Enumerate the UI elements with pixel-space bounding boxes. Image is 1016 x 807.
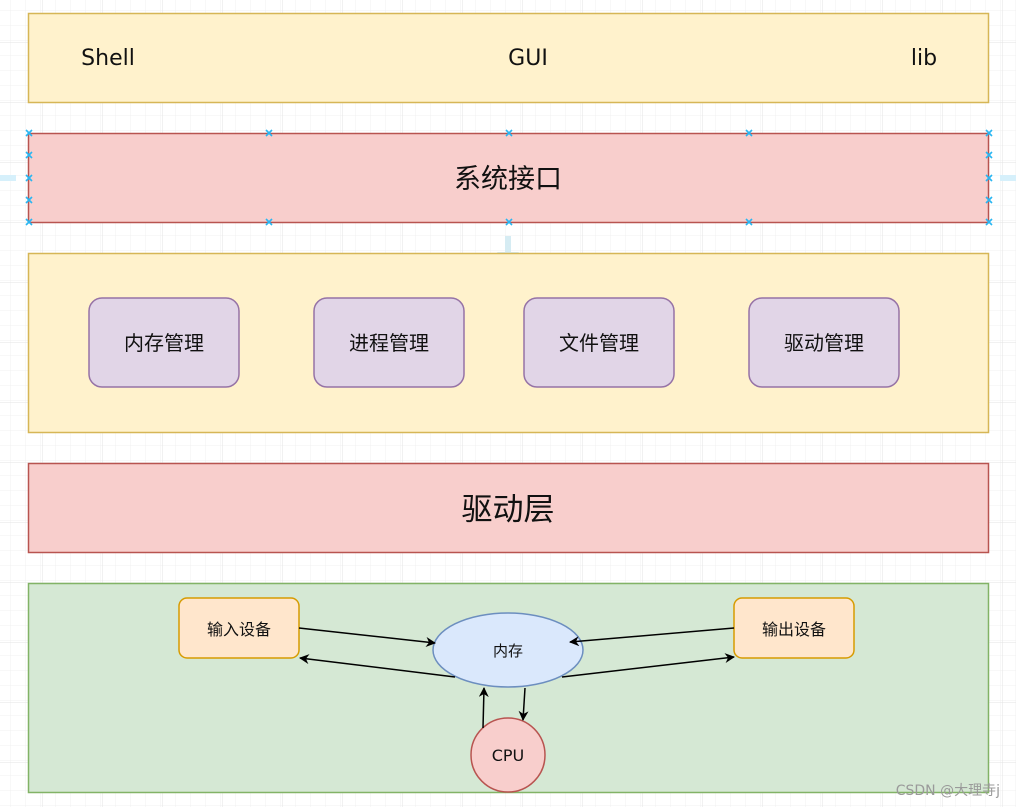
gui-label: GUI	[508, 46, 548, 71]
input-device-label: 输入设备	[207, 620, 271, 639]
watermark: CSDN @大理寺j	[896, 783, 1000, 799]
shell-label: Shell	[81, 46, 135, 71]
lib-label: lib	[911, 46, 937, 71]
kernel-module-process[interactable]: 进程管理	[313, 297, 465, 388]
cpu-label: CPU	[492, 746, 525, 765]
syscall-layer[interactable]: 系统接口	[27, 132, 990, 224]
output-device-label: 输出设备	[762, 620, 826, 639]
kernel-module-file[interactable]: 文件管理	[523, 297, 675, 388]
cpu-node[interactable]: CPU	[470, 717, 546, 793]
memory-label: 内存	[493, 642, 523, 660]
driver-layer-label: 驱动层	[462, 492, 555, 528]
input-device-node[interactable]: 输入设备	[178, 597, 300, 659]
apps-layer[interactable]: Shell GUI lib	[27, 12, 990, 104]
output-device-node[interactable]: 输出设备	[733, 597, 855, 659]
kernel-layer[interactable]: 内存管理 进程管理 文件管理 驱动管理	[27, 252, 990, 434]
diagram-canvas[interactable]: Shell GUI lib 系统接口 内存管理 进程管理 文件管理 驱动管理 驱…	[0, 0, 1016, 807]
syscall-label: 系统接口	[454, 164, 562, 195]
kernel-module-driver[interactable]: 驱动管理	[748, 297, 900, 388]
hardware-layer[interactable]: 输入设备 输出设备 内存 CPU	[27, 582, 990, 794]
kernel-module-memory[interactable]: 内存管理	[88, 297, 240, 388]
guide-line-left	[0, 175, 16, 181]
guide-line-right	[1000, 175, 1016, 181]
memory-node[interactable]: 内存	[432, 612, 584, 688]
arrow-cpu-to-memory[interactable]	[478, 687, 489, 729]
driver-layer[interactable]: 驱动层	[27, 462, 990, 554]
memory-management-label: 内存管理	[124, 331, 204, 355]
file-management-label: 文件管理	[559, 331, 639, 355]
process-management-label: 进程管理	[349, 331, 429, 355]
driver-management-label: 驱动管理	[784, 331, 864, 355]
